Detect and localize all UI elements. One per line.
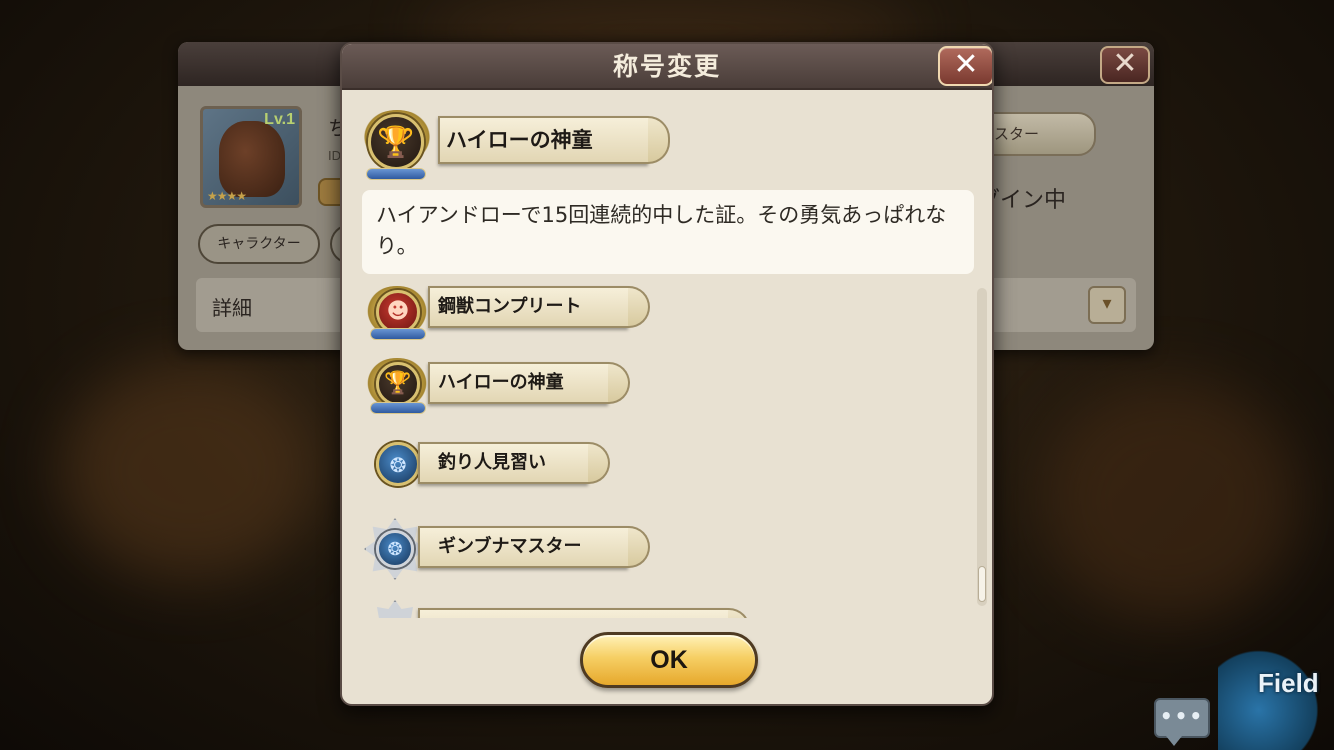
- title-plate-end: [598, 358, 630, 412]
- list-item[interactable]: ☻ 鋼獣コンプリート: [362, 284, 682, 346]
- character-portrait[interactable]: Lv.1 ★★★★: [200, 106, 302, 208]
- title-description: ハイアンドローで15回連続的中した証。その勇気あっぱれなり。: [362, 190, 974, 274]
- dialog-title: 称号変更: [612, 52, 721, 81]
- title-plate-end: [718, 604, 750, 618]
- background-glow: [60, 360, 320, 580]
- selected-title: 🏆 ハイローの神童: [354, 104, 674, 188]
- title-item-label: ハイローの神童: [438, 372, 564, 393]
- list-item[interactable]: ❂ 釣り人見習い: [362, 436, 682, 498]
- title-plate-end: [618, 284, 650, 336]
- rarity-stars: ★★★★: [207, 189, 247, 203]
- list-item[interactable]: ❂ ギンブナマスター: [362, 516, 682, 580]
- title-item-label: 鋼獣コンプリート: [438, 296, 582, 317]
- gold-trophy-icon: 🏆: [354, 104, 440, 188]
- title-change-dialog: 称号変更 ✕ 🏆 ハイローの神童 ハイアンドローで15回連続的中した証。その勇気…: [340, 42, 994, 706]
- field-button[interactable]: Field: [1218, 650, 1334, 750]
- detail-label: 詳細: [212, 296, 252, 320]
- profile-close-button[interactable]: ✕: [1100, 46, 1150, 84]
- title-plate-end: [638, 112, 670, 166]
- field-label: Field: [1258, 668, 1319, 698]
- level-label: Lv.1: [264, 111, 295, 128]
- dialog-header: 称号変更: [342, 44, 992, 90]
- close-button[interactable]: ✕: [938, 46, 992, 86]
- chat-button[interactable]: •••: [1154, 698, 1210, 746]
- current-title-badge[interactable]: スター: [984, 112, 1096, 156]
- chat-icon: •••: [1159, 704, 1205, 728]
- red-demon-icon: ☻: [362, 284, 434, 346]
- list-item[interactable]: 🏆 ハイローの神童: [362, 356, 682, 418]
- scrollbar[interactable]: [977, 288, 987, 606]
- mammoth-image: [219, 121, 285, 197]
- title-plate: [418, 608, 728, 618]
- title-plate-end: [618, 522, 650, 576]
- gold-trophy-icon: 🏆: [362, 356, 434, 418]
- title-list[interactable]: ☻ 鋼獣コンプリート 🏆 ハイローの神童 ❂ 釣り人見習い ❂ ギンブナマスター: [356, 284, 956, 618]
- scrollbar-thumb[interactable]: [978, 566, 986, 602]
- title-item-label: ギンブナマスター: [438, 536, 582, 557]
- background-glow: [1040, 380, 1300, 620]
- character-button[interactable]: キャラクター: [198, 224, 320, 264]
- list-item[interactable]: [362, 600, 750, 618]
- ok-button[interactable]: OK: [580, 632, 758, 688]
- title-item-label: 釣り人見習い: [438, 452, 546, 473]
- selected-title-label: ハイローの神童: [446, 128, 593, 152]
- chevron-down-icon[interactable]: ▾: [1088, 286, 1126, 324]
- title-plate-end: [578, 438, 610, 492]
